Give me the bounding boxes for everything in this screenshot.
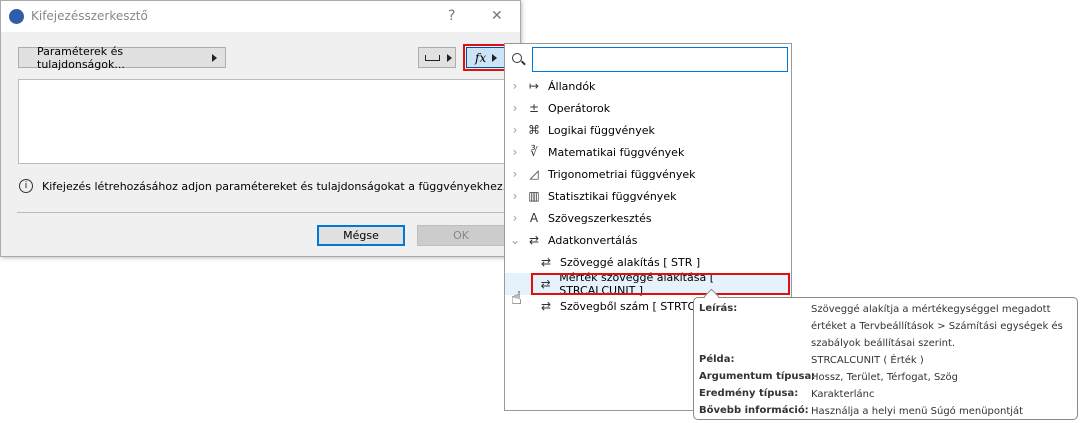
divider	[17, 212, 505, 213]
tree-item-str[interactable]: ⇄ Szöveggé alakítás [ STR ]	[505, 251, 791, 273]
ok-button[interactable]: OK	[417, 225, 505, 246]
tree-category-label: Operátorok	[548, 101, 611, 115]
expand-chevron-icon[interactable]: ›	[505, 211, 525, 225]
tree-item-label: Szöveggé alakítás [ STR ]	[560, 255, 701, 269]
search-icon-handle	[521, 60, 526, 66]
help-button[interactable]: ?	[448, 8, 455, 24]
expand-chevron-icon[interactable]: ›	[505, 189, 525, 203]
expression-editor-dialog: Kifejezésszerkesztő ? ✕ Paraméterek és t…	[0, 0, 521, 257]
tooltip-key: Eredmény típusa:	[699, 388, 799, 399]
expand-chevron-icon[interactable]: ›	[505, 79, 525, 93]
constants-icon: ↦	[528, 79, 540, 93]
expand-chevron-icon[interactable]: ›	[505, 123, 525, 137]
expand-chevron-icon[interactable]: ›	[505, 145, 525, 159]
tooltip-value: Karakterlánc	[811, 389, 875, 400]
convert-icon: ⇄	[540, 255, 552, 269]
tooltip-value: Használja a helyi menü Súgó menüpontját	[811, 406, 1024, 417]
triangle-icon: ◿	[529, 167, 539, 181]
tree-category[interactable]: › A Szövegszerkesztés	[505, 207, 791, 229]
tooltip-value: Hossz, Terület, Térfogat, Szög	[811, 372, 959, 383]
submenu-arrow-icon	[447, 53, 452, 62]
tree-category-label: Matematikai függvények	[548, 145, 685, 159]
ruler-icon	[425, 54, 440, 61]
units-button[interactable]	[418, 47, 456, 68]
tree-category[interactable]: › ◿ Trigonometriai függvények	[505, 163, 791, 185]
tooltip-key: Példa:	[699, 354, 735, 365]
cancel-button[interactable]: Mégse	[317, 225, 405, 246]
cancel-label: Mégse	[343, 229, 379, 242]
expression-input[interactable]	[18, 79, 505, 164]
expand-chevron-icon[interactable]: ⌄	[505, 233, 525, 247]
tree-category-label: Logikai függvények	[548, 123, 655, 137]
parameters-properties-label: Paraméterek és tulajdonságok...	[37, 44, 125, 71]
text-icon: A	[529, 211, 539, 225]
tooltip-key: Leírás:	[699, 303, 738, 314]
title-bar: Kifejezésszerkesztő ? ✕	[1, 1, 520, 32]
submenu-arrow-icon	[492, 53, 498, 62]
convert-icon: ⇄	[540, 299, 552, 313]
dialog-title: Kifejezésszerkesztő	[31, 9, 148, 23]
tree-category-label: Statisztikai függvények	[548, 189, 677, 203]
expand-chevron-icon[interactable]: ›	[505, 101, 525, 115]
root-icon: ∛	[530, 145, 538, 159]
tree-category[interactable]: › ▥ Statisztikai függvények	[505, 185, 791, 207]
search-input[interactable]	[532, 47, 788, 72]
function-icon: fx	[475, 50, 487, 65]
hand-cursor-icon: ☝	[511, 288, 522, 309]
tree-category[interactable]: › ↦ Állandók	[505, 75, 791, 97]
selected-item-highlight	[531, 273, 790, 295]
tree-category-label: Állandók	[548, 79, 596, 93]
tooltip-key: Bővebb információ:	[699, 405, 809, 416]
tooltip-key: Argumentum típusa:	[699, 371, 816, 382]
tooltip-value: Szöveggé alakítja a mértékegységgel mega…	[811, 304, 1063, 349]
tree-category-label: Trigonometriai függvények	[548, 167, 696, 181]
operators-icon: ±	[528, 101, 540, 115]
tree-category[interactable]: › ± Operátorok	[505, 97, 791, 119]
tree-category-label: Adatkonvertálás	[548, 233, 638, 247]
close-button[interactable]: ✕	[491, 8, 503, 24]
histogram-icon: ▥	[528, 189, 540, 203]
tree-category[interactable]: ⌄ ⇄ Adatkonvertálás	[505, 229, 791, 251]
puzzle-icon: ⌘	[528, 123, 540, 137]
function-button[interactable]: fx	[466, 47, 505, 68]
submenu-arrow-icon	[212, 53, 217, 62]
ok-label: OK	[453, 229, 469, 242]
tree-category[interactable]: › ∛ Matematikai függvények	[505, 141, 791, 163]
function-tooltip: Leírás: Szöveggé alakítja a mértékegység…	[693, 297, 1078, 420]
info-icon: i	[19, 179, 33, 193]
tooltip-value: STRCALCUNIT ( Érték )	[811, 355, 924, 366]
expand-chevron-icon[interactable]: ›	[505, 167, 525, 181]
app-logo-icon	[9, 9, 24, 24]
parameters-properties-button[interactable]: Paraméterek és tulajdonságok...	[18, 44, 226, 71]
info-text: Kifejezés létrehozásához adjon paraméter…	[42, 180, 507, 193]
tree-category-label: Szövegszerkesztés	[548, 211, 652, 225]
tree-category[interactable]: › ⌘ Logikai függvények	[505, 119, 791, 141]
convert-icon: ⇄	[528, 233, 540, 247]
